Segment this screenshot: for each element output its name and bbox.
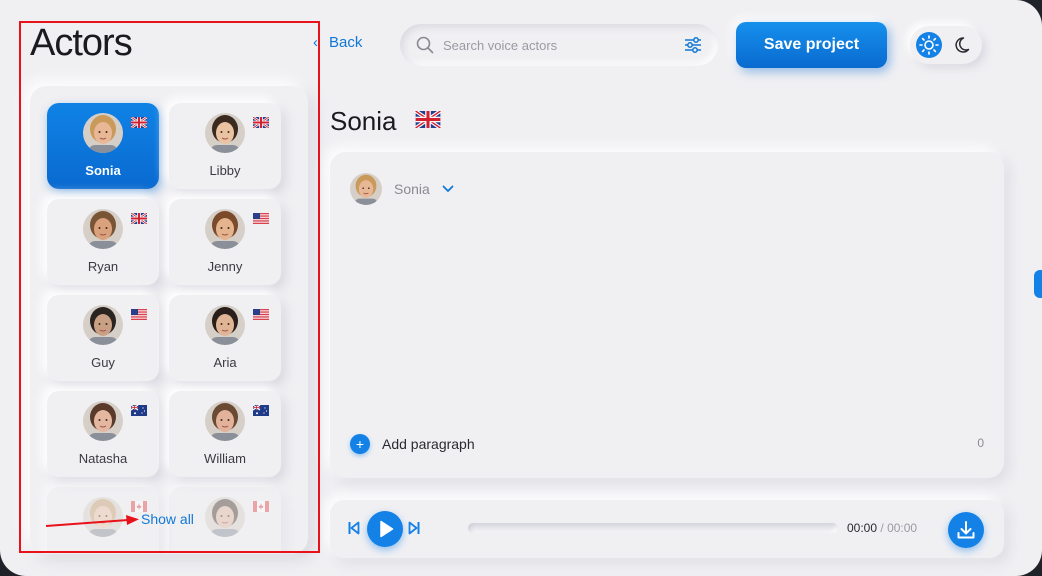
plus-icon: + xyxy=(350,434,370,454)
avatar xyxy=(205,113,245,153)
actor-card[interactable]: Natasha xyxy=(47,391,159,477)
uk-flag-icon xyxy=(414,111,442,128)
moon-icon xyxy=(955,37,970,53)
au-flag-icon xyxy=(131,405,147,416)
add-paragraph-button[interactable]: + Add paragraph xyxy=(350,434,475,454)
us-flag-icon xyxy=(253,309,269,320)
save-project-button[interactable]: Save project xyxy=(736,22,887,68)
search-icon xyxy=(416,36,434,54)
actor-card[interactable]: Ryan xyxy=(47,199,159,285)
play-button[interactable] xyxy=(367,511,403,547)
avatar xyxy=(205,305,245,345)
annotation-arrow-icon xyxy=(45,515,139,527)
light-mode-button[interactable] xyxy=(916,32,942,58)
download-button[interactable] xyxy=(948,512,984,548)
skip-next-icon[interactable] xyxy=(408,521,420,535)
voice-name: Sonia xyxy=(394,181,430,197)
avatar xyxy=(205,401,245,441)
current-time: 00:00 xyxy=(847,521,878,535)
sun-icon xyxy=(919,35,939,55)
uk-flag-icon xyxy=(131,213,147,224)
avatar xyxy=(83,305,123,345)
back-button[interactable]: ‹ Back xyxy=(313,34,362,51)
window-corner xyxy=(1006,0,1042,36)
uk-flag-icon xyxy=(131,117,147,128)
actors-grid: Sonia Libby Ryan Jenny Guy Aria Natasha William xyxy=(30,86,308,554)
chevron-left-icon: ‹ xyxy=(313,34,318,51)
filter-icon[interactable] xyxy=(684,36,702,54)
actor-name: Aria xyxy=(213,355,237,370)
playback-time: 00:00 / 00:00 xyxy=(847,521,917,535)
search-box xyxy=(400,24,718,66)
ca-flag-icon xyxy=(253,501,269,512)
actor-name: Ryan xyxy=(87,259,119,274)
actors-title: Actors xyxy=(30,22,133,64)
theme-toggle xyxy=(910,26,982,64)
progress-bar[interactable] xyxy=(468,523,838,533)
us-flag-icon xyxy=(131,309,147,320)
add-paragraph-label: Add paragraph xyxy=(382,436,475,452)
avatar xyxy=(350,173,382,205)
actor-name: Guy xyxy=(91,355,115,370)
side-panel-tab[interactable] xyxy=(1034,270,1042,298)
play-icon xyxy=(380,520,394,538)
actor-name: William xyxy=(204,451,246,466)
actor-card[interactable]: William xyxy=(169,391,281,477)
uk-flag-icon xyxy=(253,117,269,128)
actor-card[interactable]: Jenny xyxy=(169,199,281,285)
actor-name: Natasha xyxy=(78,451,128,466)
time-separator: / xyxy=(880,521,884,535)
search-input[interactable] xyxy=(443,34,663,56)
voice-select[interactable]: Sonia xyxy=(350,172,454,206)
actor-card[interactable]: Aria xyxy=(169,295,281,381)
script-editor[interactable]: Sonia + Add paragraph 0 xyxy=(330,152,1004,478)
au-flag-icon xyxy=(253,405,269,416)
skip-previous-icon[interactable] xyxy=(348,521,360,535)
audio-player: 00:00 / 00:00 xyxy=(330,500,1004,558)
avatar xyxy=(205,497,245,537)
show-all-link[interactable]: Show all xyxy=(141,511,194,527)
avatar xyxy=(83,209,123,249)
back-label: Back xyxy=(329,34,363,51)
app-window: Actors Sonia Libby Ryan Jenny Guy Aria Natasha… xyxy=(0,0,1042,576)
actor-name: Sonia xyxy=(85,163,121,178)
chevron-down-icon xyxy=(442,185,454,192)
avatar xyxy=(83,113,123,153)
character-count: 0 xyxy=(977,436,984,450)
actor-name: Jenny xyxy=(207,259,243,274)
us-flag-icon xyxy=(253,213,269,224)
download-icon xyxy=(957,521,975,539)
avatar xyxy=(205,209,245,249)
total-time: 00:00 xyxy=(887,521,918,535)
dark-mode-button[interactable] xyxy=(952,32,978,58)
avatar xyxy=(83,401,123,441)
actor-card[interactable]: Guy xyxy=(47,295,159,381)
actor-card[interactable]: Libby xyxy=(169,103,281,189)
selected-actor-name: Sonia xyxy=(330,106,397,136)
actor-name: Libby xyxy=(209,163,241,178)
actor-card[interactable]: Sonia xyxy=(47,103,159,189)
